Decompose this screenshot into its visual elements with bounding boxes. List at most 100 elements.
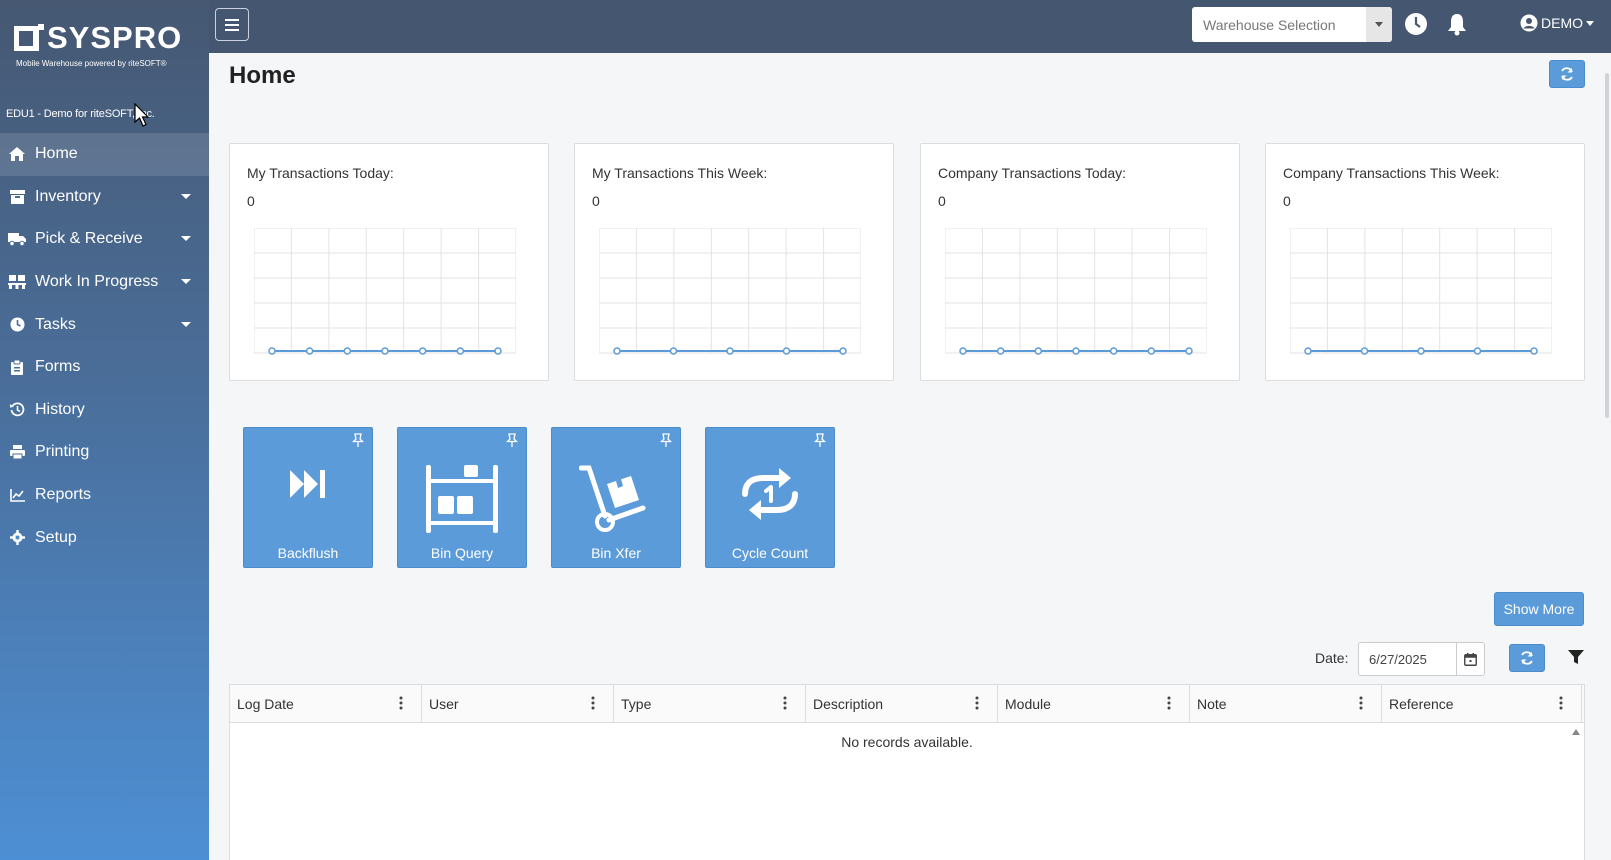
stat-sparkline: [945, 228, 1207, 355]
stat-card-label: My Transactions Today:: [247, 165, 394, 181]
sidebar-item-label: Reports: [35, 486, 92, 504]
column-menu-icon[interactable]: [975, 696, 979, 710]
warehouse-select-value: Warehouse Selection: [1203, 16, 1336, 33]
column-header-description[interactable]: Description: [806, 685, 998, 722]
user-name: DEMO: [1541, 15, 1583, 31]
main-content: Home My Transactions Today: 0 My Transac…: [209, 53, 1611, 860]
column-menu-icon[interactable]: [399, 696, 403, 710]
grid-empty-message: No records available.: [841, 734, 973, 750]
clock-icon: [7, 317, 27, 333]
tile-label: Backflush: [277, 545, 339, 561]
notification-bell-icon[interactable]: [1445, 12, 1469, 36]
series-point: [1304, 347, 1312, 355]
column-header-user[interactable]: User: [422, 685, 614, 722]
sidebar-item-inventory[interactable]: Inventory: [0, 176, 209, 219]
column-menu-icon[interactable]: [591, 696, 595, 710]
series-point: [381, 347, 389, 355]
filter-icon[interactable]: [1568, 649, 1584, 665]
sidebar-item-tasks[interactable]: Tasks: [0, 303, 209, 346]
series-point: [1360, 347, 1369, 355]
date-value: 6/27/2025: [1369, 651, 1427, 667]
column-header-label: Module: [1005, 695, 1051, 712]
sidebar-item-work-in-progress[interactable]: Work In Progress: [0, 261, 209, 304]
calendar-icon[interactable]: [1456, 643, 1484, 675]
stat-card-label: Company Transactions This Week:: [1283, 165, 1500, 181]
user-menu[interactable]: DEMO: [1520, 14, 1594, 32]
column-menu-icon[interactable]: [1559, 696, 1563, 710]
series-point: [494, 347, 502, 355]
sidebar-item-label: Forms: [35, 358, 81, 376]
stat-card-value: 0: [247, 193, 255, 209]
series-point: [1473, 347, 1482, 355]
series-point: [418, 347, 427, 355]
pin-icon[interactable]: [814, 433, 826, 447]
refresh-grid-button[interactable]: [1509, 644, 1545, 672]
scroll-up-arrow-icon[interactable]: [1572, 729, 1580, 735]
sidebar: SYSPRO Mobile Warehouse powered by riteS…: [0, 0, 209, 860]
column-header-reference[interactable]: Reference: [1382, 685, 1582, 722]
tile-cycle-count[interactable]: Cycle Count: [705, 427, 835, 568]
series-point: [1072, 347, 1080, 355]
column-header-type[interactable]: Type: [614, 685, 806, 722]
sidebar-item-label: Home: [35, 145, 78, 163]
menu-toggle-button[interactable]: [215, 8, 249, 41]
caret-down-icon: [1586, 20, 1594, 26]
sidebar-item-history[interactable]: History: [0, 389, 209, 432]
box-icon: [7, 189, 27, 205]
topbar: Warehouse Selection DEMO: [209, 0, 1611, 53]
caret-down-icon: [181, 321, 191, 327]
series-point: [1185, 347, 1193, 355]
column-menu-icon[interactable]: [1359, 696, 1363, 710]
company-name: EDU1 - Demo for riteSOFT, Inc.: [6, 108, 155, 120]
column-header-module[interactable]: Module: [998, 685, 1190, 722]
column-header-log-date[interactable]: Log Date: [230, 685, 422, 722]
sidebar-item-setup[interactable]: Setup: [0, 516, 209, 559]
date-picker-input[interactable]: 6/27/2025: [1358, 642, 1485, 676]
series-point: [1109, 347, 1118, 355]
stat-card-value: 0: [1283, 193, 1291, 209]
series-point: [726, 347, 734, 355]
sidebar-item-label: Pick & Receive: [35, 230, 143, 248]
series-point: [996, 347, 1005, 355]
activity-grid: Log Date User Type Description Module Note Ref…: [229, 684, 1585, 860]
refresh-dashboard-button[interactable]: [1549, 60, 1585, 88]
pin-icon[interactable]: [660, 433, 672, 447]
date-label: Date:: [1315, 650, 1349, 666]
series-point: [782, 347, 791, 355]
dropdown-arrow-icon[interactable]: [1366, 7, 1392, 42]
sidebar-item-reports[interactable]: Reports: [0, 474, 209, 517]
sidebar-item-printing[interactable]: Printing: [0, 431, 209, 474]
sidebar-item-label: Setup: [35, 528, 77, 546]
bin-rack-icon: [426, 465, 498, 533]
sidebar-item-pick-receive[interactable]: Pick & Receive: [0, 218, 209, 261]
column-header-note[interactable]: Note: [1190, 685, 1382, 722]
recent-clock-icon[interactable]: [1404, 12, 1428, 36]
tile-bin-xfer[interactable]: Bin Xfer: [551, 427, 681, 568]
pin-icon[interactable]: [352, 433, 364, 447]
scrollbar-thumb[interactable]: [1605, 73, 1609, 418]
show-more-button[interactable]: Show More: [1494, 592, 1584, 626]
tile-bin-query[interactable]: Bin Query: [397, 427, 527, 568]
pin-icon[interactable]: [506, 433, 518, 447]
page-scrollbar[interactable]: [1603, 53, 1611, 860]
brand[interactable]: SYSPRO Mobile Warehouse powered by riteS…: [0, 0, 209, 97]
brand-name: SYSPRO: [47, 20, 183, 55]
column-menu-icon[interactable]: [1167, 696, 1171, 710]
syspro-logo-icon: [14, 23, 44, 51]
column-menu-icon[interactable]: [783, 696, 787, 710]
tile-backflush[interactable]: Backflush: [243, 427, 373, 568]
sidebar-item-home[interactable]: Home: [0, 133, 209, 176]
tile-label: Cycle Count: [731, 545, 809, 561]
chart-icon: [7, 487, 27, 503]
stat-sparkline: [599, 228, 861, 355]
clipboard-icon: [7, 359, 27, 375]
sidebar-item-label: Work In Progress: [35, 273, 159, 291]
stat-card-label: Company Transactions Today:: [938, 165, 1127, 181]
series-point: [1530, 347, 1538, 355]
warehouse-select[interactable]: Warehouse Selection: [1192, 7, 1392, 42]
sidebar-item-forms[interactable]: Forms: [0, 346, 209, 389]
sidebar-item-label: History: [35, 400, 85, 418]
caret-down-icon: [181, 279, 191, 285]
series-point: [456, 347, 465, 355]
column-header-label: User: [429, 695, 459, 712]
